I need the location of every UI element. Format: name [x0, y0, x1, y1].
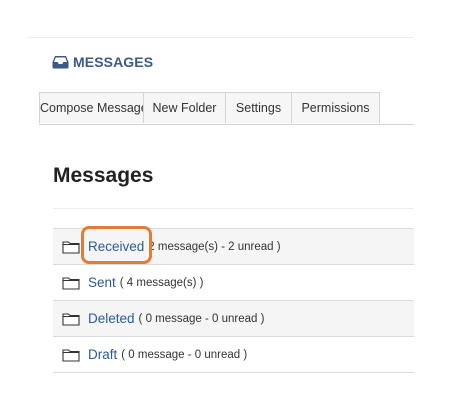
- folder-link-received[interactable]: Received: [88, 239, 144, 254]
- folder-icon: [62, 277, 80, 290]
- tool-nav-bar: Compose Message New Folder Settings Perm…: [39, 92, 414, 125]
- folder-icon: [62, 313, 80, 326]
- page-title: Messages: [53, 164, 154, 187]
- folder-icon: [62, 349, 80, 362]
- page: MESSAGES Compose Message New Folder Sett…: [0, 0, 462, 408]
- folder-row-sent: Sent ( 4 message(s) ): [53, 265, 414, 301]
- tool-header: MESSAGES: [52, 53, 153, 71]
- folder-link-draft[interactable]: Draft: [88, 347, 117, 362]
- folder-list: Received 2 message(s) - 2 unread ) Sent …: [53, 228, 414, 373]
- title-divider: [53, 208, 414, 209]
- folder-count-sent: ( 4 message(s) ): [119, 276, 204, 289]
- new-folder-button[interactable]: New Folder: [143, 92, 226, 123]
- folder-count-deleted: ( 0 message - 0 unread ): [138, 312, 265, 325]
- folder-count-draft: ( 0 message - 0 unread ): [121, 348, 248, 361]
- folder-link-sent[interactable]: Sent: [88, 275, 116, 290]
- settings-button[interactable]: Settings: [225, 92, 292, 123]
- tool-title: MESSAGES: [73, 54, 154, 70]
- folder-icon: [62, 241, 80, 254]
- folder-count-received: 2 message(s) - 2 unread ): [148, 240, 281, 253]
- folder-row-draft: Draft ( 0 message - 0 unread ): [53, 337, 414, 373]
- folder-link-deleted[interactable]: Deleted: [88, 311, 135, 326]
- inbox-tray-icon: [52, 55, 69, 69]
- compose-message-button[interactable]: Compose Message: [39, 92, 148, 123]
- top-divider: [28, 37, 414, 38]
- folder-row-received: Received 2 message(s) - 2 unread ): [53, 229, 414, 265]
- folder-row-deleted: Deleted ( 0 message - 0 unread ): [53, 301, 414, 337]
- permissions-button[interactable]: Permissions: [291, 92, 380, 123]
